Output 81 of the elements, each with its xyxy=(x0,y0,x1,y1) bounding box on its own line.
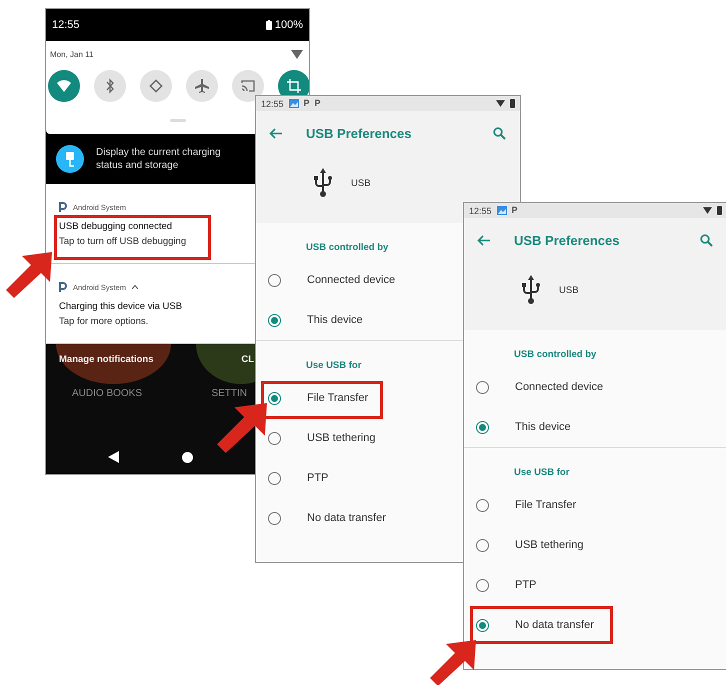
image-notification-icon xyxy=(496,206,507,215)
device-label: USB xyxy=(351,178,371,188)
app-p-icon xyxy=(59,282,67,292)
back-icon[interactable] xyxy=(108,451,119,463)
app-label[interactable]: AUDIO BOOKS xyxy=(72,388,142,402)
screen-title: USB Preferences xyxy=(514,232,620,248)
radio-option[interactable]: USB tethering xyxy=(464,525,671,565)
radio-button[interactable] xyxy=(268,314,281,326)
manage-notifications-link[interactable]: Manage notifications xyxy=(59,354,154,370)
notification-icon: P xyxy=(512,206,518,215)
notification-text: Tap for more options. xyxy=(59,316,150,327)
wifi-signal-icon xyxy=(291,50,303,58)
device-label: USB xyxy=(559,284,579,296)
radio-option[interactable]: No data transfer xyxy=(464,605,671,645)
radio-option[interactable]: PTP xyxy=(256,458,463,498)
usb-plug-icon xyxy=(56,145,84,173)
wifi-signal-icon xyxy=(703,207,712,214)
notification-icon: P xyxy=(304,99,310,108)
notification-icon: P xyxy=(314,99,321,108)
notification-title: USB debugging connected xyxy=(59,221,174,232)
section-heading: Use USB for xyxy=(514,466,570,480)
callout-arrow xyxy=(6,252,52,298)
crop-icon xyxy=(286,78,302,94)
radio-button[interactable] xyxy=(268,512,281,524)
back-arrow-icon[interactable] xyxy=(269,128,282,138)
wifi-signal-icon xyxy=(496,100,505,107)
radio-button[interactable] xyxy=(476,498,489,512)
radio-option[interactable]: Connected device xyxy=(464,367,671,407)
charging-banner-text: Display the current charging status and storage xyxy=(96,146,222,172)
status-time: 12:55 xyxy=(52,19,80,31)
radio-option[interactable]: Connected device xyxy=(256,260,463,300)
quick-setting-tile[interactable] xyxy=(48,70,80,102)
radio-option[interactable]: No data transfer xyxy=(256,498,463,538)
clear-all-button[interactable]: CL xyxy=(241,354,254,370)
battery-icon xyxy=(266,20,272,30)
home-icon[interactable] xyxy=(182,452,194,462)
radio-button[interactable] xyxy=(476,420,489,434)
date-label: Mon, Jan 11 xyxy=(50,50,94,58)
usb-icon xyxy=(521,275,541,305)
battery-level: 100% xyxy=(266,19,303,31)
radio-option[interactable]: File Transfer xyxy=(464,485,671,525)
radio-button[interactable] xyxy=(268,472,281,484)
radio-option[interactable]: PTP xyxy=(464,565,671,605)
section-heading: USB controlled by xyxy=(514,348,596,362)
radio-button[interactable] xyxy=(268,432,281,444)
quick-setting-tile[interactable] xyxy=(186,70,218,102)
quick-setting-tile[interactable] xyxy=(140,70,172,102)
quick-setting-tile[interactable] xyxy=(232,70,264,102)
app-p-icon xyxy=(59,202,67,212)
status-time: 12:55 xyxy=(469,206,492,216)
radio-option[interactable]: This device xyxy=(256,300,463,340)
search-icon[interactable] xyxy=(700,234,713,246)
status-time: 12:55 xyxy=(261,98,284,108)
cast-icon xyxy=(240,78,256,94)
wifi-icon xyxy=(56,78,72,94)
callout-arrow xyxy=(217,403,267,453)
image-notification-icon xyxy=(288,99,299,108)
radio-button[interactable] xyxy=(476,578,489,592)
notification-title: Charging this device via USB xyxy=(59,301,184,312)
airplane-icon xyxy=(194,78,210,94)
radio-button[interactable] xyxy=(476,618,489,632)
callout-arrow xyxy=(430,640,476,685)
radio-button[interactable] xyxy=(476,380,489,394)
radio-option[interactable]: This device xyxy=(464,407,671,447)
search-icon[interactable] xyxy=(493,126,506,140)
back-arrow-icon[interactable] xyxy=(477,234,490,246)
screen-title: USB Preferences xyxy=(306,126,412,140)
battery-icon xyxy=(510,99,515,108)
radio-button[interactable] xyxy=(268,392,281,404)
radio-option[interactable]: USB tethering xyxy=(256,418,463,458)
section-heading: Use USB for xyxy=(306,359,362,373)
radio-option[interactable]: File Transfer xyxy=(256,378,463,418)
app-label[interactable]: SETTIN xyxy=(211,388,247,402)
rotate-icon xyxy=(148,78,164,94)
section-heading: USB controlled by xyxy=(306,241,388,255)
battery-icon xyxy=(717,206,722,215)
usb-icon xyxy=(313,168,333,198)
notification-text: Tap to turn off USB debugging xyxy=(59,236,188,247)
radio-button[interactable] xyxy=(268,274,281,286)
radio-button[interactable] xyxy=(476,538,489,552)
quick-setting-tile[interactable] xyxy=(94,70,126,102)
